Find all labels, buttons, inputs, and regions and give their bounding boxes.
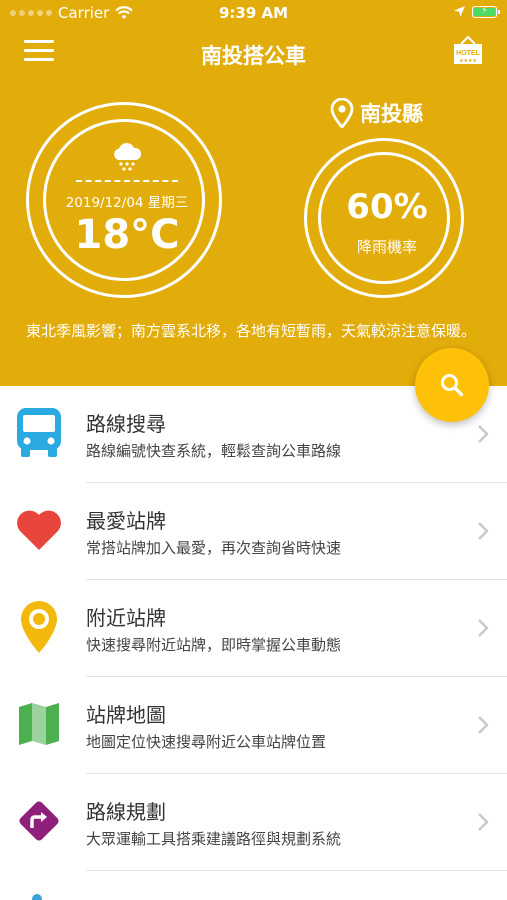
map-icon bbox=[19, 703, 59, 745]
menu-item-description: 路線編號快查系統，輕鬆查詢公車路線 bbox=[86, 442, 342, 460]
bus-icon bbox=[17, 408, 61, 457]
svg-text:HOTEL: HOTEL bbox=[456, 50, 480, 57]
heart-icon bbox=[17, 510, 61, 550]
divider bbox=[76, 180, 178, 182]
menu-item-stop-map[interactable]: 站牌地圖 地圖定位快速搜尋附近公車站牌位置 bbox=[0, 677, 507, 774]
rain-label: 降雨機率 bbox=[356, 238, 417, 256]
rain-cloud-icon bbox=[114, 143, 142, 171]
menu-item-description: 常搭站牌加入最愛，再次查詢省時快速 bbox=[86, 539, 342, 557]
search-button[interactable] bbox=[415, 348, 489, 422]
menu-item-route-planning[interactable]: 路線規劃 大眾運輸工具搭乘建議路徑與規劃系統 bbox=[0, 774, 507, 871]
location-pin-icon bbox=[21, 601, 57, 653]
menu-item-title: 路線搜尋 bbox=[86, 412, 166, 436]
weather-date: 2019/12/04 星期三 bbox=[65, 195, 189, 211]
menu-item-favorite-stops[interactable]: 最愛站牌 常搭站牌加入最愛，再次查詢省時快速 bbox=[0, 483, 507, 580]
feature-menu: 路線搜尋 路線編號快查系統，輕鬆查詢公車路線 最愛站牌 常搭站牌加入最愛，再次查… bbox=[0, 386, 507, 871]
chevron-right-icon bbox=[478, 813, 489, 831]
temperature: 18°C bbox=[74, 212, 180, 258]
chevron-right-icon bbox=[478, 425, 489, 443]
svg-text:★★★★: ★★★★ bbox=[459, 58, 477, 64]
search-icon bbox=[441, 374, 464, 397]
hotel-sign-icon: HOTEL ★★★★ bbox=[454, 35, 482, 64]
location-arrow-icon bbox=[454, 6, 465, 17]
clock: 9:39 AM bbox=[218, 4, 289, 22]
menu-item-title: 附近站牌 bbox=[86, 606, 166, 630]
location-pin-icon bbox=[330, 98, 354, 128]
menu-item-nearby-stops[interactable]: 附近站牌 快速搜尋附近站牌，即時掌握公車動態 bbox=[0, 580, 507, 677]
menu-item-title: 站牌地圖 bbox=[86, 703, 166, 727]
menu-item-description: 地圖定位快速搜尋附近公車站牌位置 bbox=[86, 733, 327, 751]
menu-item-description: 快速搜尋附近站牌，即時掌握公車動態 bbox=[86, 636, 342, 654]
forecast-text: 東北季風影響；南方雲系北移，各地有短暫雨，天氣較涼注意保暖。 bbox=[26, 322, 477, 340]
page-title: 南投搭公車 bbox=[201, 44, 306, 68]
weather-header: Carrier 9:39 AM ⚡ 南投搭公車 HOTEL ★★★★ 2019/… bbox=[0, 0, 507, 386]
route-sign-icon bbox=[19, 801, 59, 841]
menu-item-title: 最愛站牌 bbox=[86, 509, 166, 533]
nav-bar: 南投搭公車 HOTEL ★★★★ bbox=[0, 30, 507, 74]
rain-probability-widget: 60% 降雨機率 bbox=[304, 138, 464, 298]
partial-menu-icon bbox=[32, 894, 42, 900]
location-name: 南投縣 bbox=[360, 102, 423, 126]
menu-item-title: 路線規劃 bbox=[86, 800, 166, 824]
status-bar: Carrier 9:39 AM ⚡ bbox=[0, 0, 507, 26]
chevron-right-icon bbox=[478, 522, 489, 540]
battery-icon: ⚡ bbox=[472, 5, 500, 18]
location-label: 南投縣 bbox=[330, 98, 423, 128]
hotel-button[interactable]: HOTEL ★★★★ bbox=[451, 34, 485, 68]
chevron-right-icon bbox=[478, 619, 489, 637]
menu-item-description: 大眾運輸工具搭乘建議路徑與規劃系統 bbox=[86, 830, 342, 848]
weather-widget: 2019/12/04 星期三 18°C bbox=[26, 102, 222, 298]
chevron-right-icon bbox=[478, 716, 489, 734]
rain-percent: 60% bbox=[346, 187, 428, 227]
